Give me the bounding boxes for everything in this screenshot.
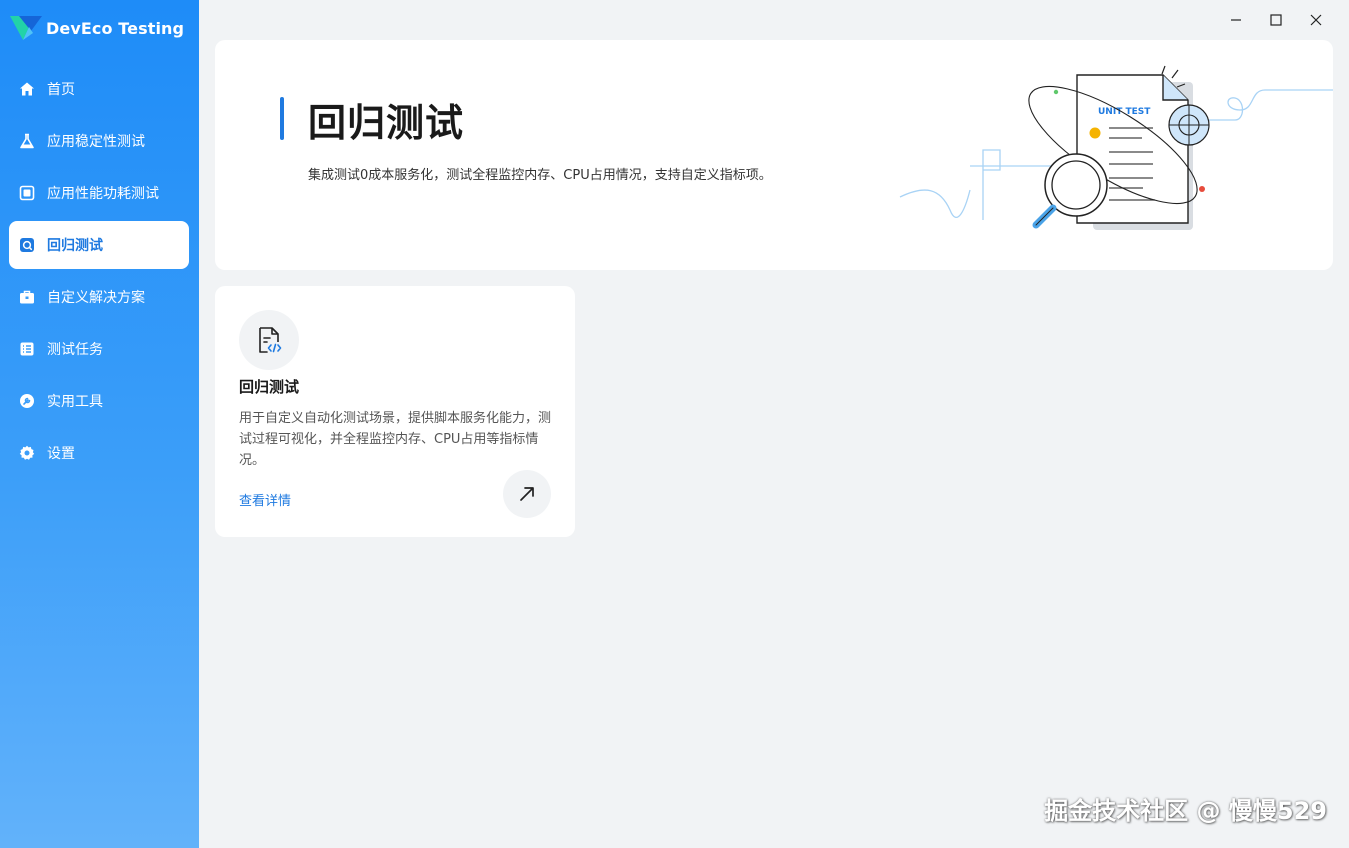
card-icon-container	[239, 310, 299, 370]
close-button[interactable]	[1297, 8, 1335, 32]
page-description: 集成测试0成本服务化，测试全程监控内存、CPU占用情况，支持自定义指标项。	[308, 168, 772, 183]
maximize-button[interactable]	[1257, 8, 1295, 32]
sidebar-item-label: 设置	[47, 446, 75, 462]
page-title: 回归测试	[308, 101, 465, 145]
sidebar-item-test-tasks[interactable]: 测试任务	[9, 325, 189, 373]
card-description: 用于自定义自动化测试场景，提供脚本服务化能力，测试过程可视化，并全程监控内存、C…	[239, 411, 552, 468]
gear-icon	[19, 445, 35, 461]
regression-test-card[interactable]: 回归测试 用于自定义自动化测试场景，提供脚本服务化能力，测试过程可视化，并全程监…	[215, 286, 575, 537]
sidebar-item-label: 实用工具	[47, 394, 103, 410]
watermark: 掘金技术社区 @ 慢慢529	[1044, 797, 1327, 825]
sidebar-item-performance[interactable]: 应用性能功耗测试	[9, 169, 189, 217]
card-title: 回归测试	[239, 378, 300, 396]
sidebar-item-settings[interactable]: 设置	[9, 429, 189, 477]
deveco-logo-icon	[10, 16, 42, 40]
regression-icon	[19, 237, 35, 253]
minimize-button[interactable]	[1217, 8, 1255, 32]
sidebar-item-label: 测试任务	[47, 342, 103, 358]
sidebar-item-label: 应用性能功耗测试	[47, 186, 159, 202]
home-icon	[19, 81, 35, 97]
sidebar-item-label: 回归测试	[47, 238, 103, 254]
maximize-icon	[1270, 14, 1282, 26]
view-details-link[interactable]: 查看详情	[239, 490, 291, 509]
flask-icon	[19, 133, 35, 149]
unit-test-illustration: UNIT TEST	[899, 65, 1333, 230]
illustration-label: UNIT TEST	[1098, 107, 1151, 117]
sidebar-item-utilities[interactable]: 实用工具	[9, 377, 189, 425]
sidebar-item-label: 应用稳定性测试	[47, 134, 145, 150]
list-icon	[19, 341, 35, 357]
window-controls	[1217, 8, 1335, 32]
code-document-icon	[259, 327, 282, 353]
minimize-icon	[1231, 19, 1241, 21]
open-card-button[interactable]	[503, 470, 551, 518]
brand-name: DevEco Testing	[46, 18, 185, 38]
sidebar-item-custom-solution[interactable]: 自定义解决方案	[9, 273, 189, 321]
wrench-icon	[19, 393, 35, 409]
sidebar-item-regression[interactable]: 回归测试	[9, 221, 189, 269]
sidebar-item-stability[interactable]: 应用稳定性测试	[9, 117, 189, 165]
sidebar-item-label: 首页	[47, 82, 75, 98]
sidebar-item-label: 自定义解决方案	[47, 290, 145, 306]
close-icon	[1310, 14, 1322, 26]
arrow-up-right-icon	[520, 487, 534, 501]
sidebar-nav: 首页 应用稳定性测试 应用性能功耗测试 回归测试 自定义解决方案 测试任务 实用…	[9, 65, 189, 481]
hero-banner: 回归测试 集成测试0成本服务化，测试全程监控内存、CPU占用情况，支持自定义指标…	[215, 40, 1333, 270]
sidebar-item-home[interactable]: 首页	[9, 65, 189, 113]
brand: DevEco Testing	[9, 12, 184, 44]
toolbox-icon	[19, 289, 35, 305]
hero-accent-bar	[280, 97, 284, 140]
chip-icon	[19, 185, 35, 201]
sidebar: DevEco Testing 首页 应用稳定性测试 应用性能功耗测试 回归测试	[0, 0, 199, 848]
